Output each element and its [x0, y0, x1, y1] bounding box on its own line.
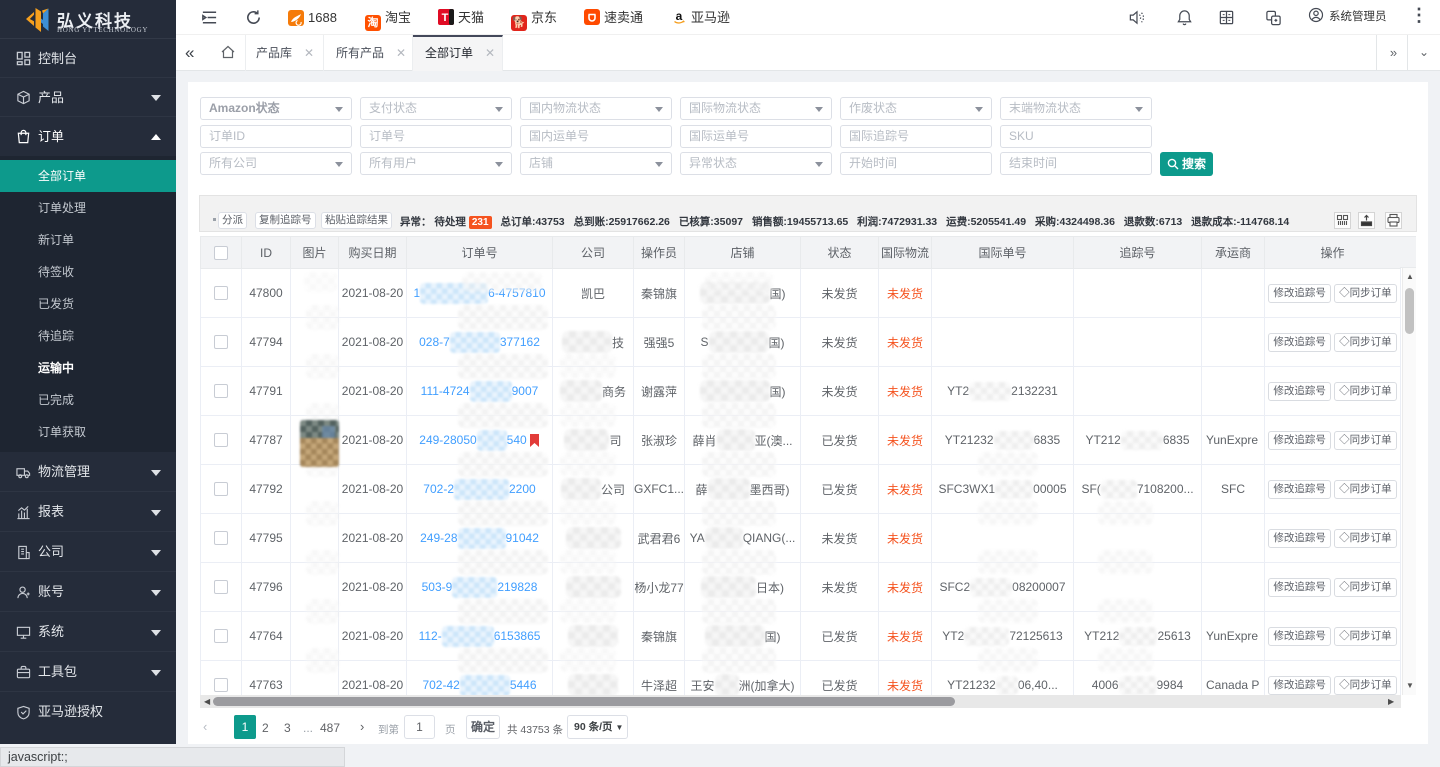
- svg-text:T: T: [442, 12, 449, 24]
- svg-text:a: a: [676, 9, 683, 23]
